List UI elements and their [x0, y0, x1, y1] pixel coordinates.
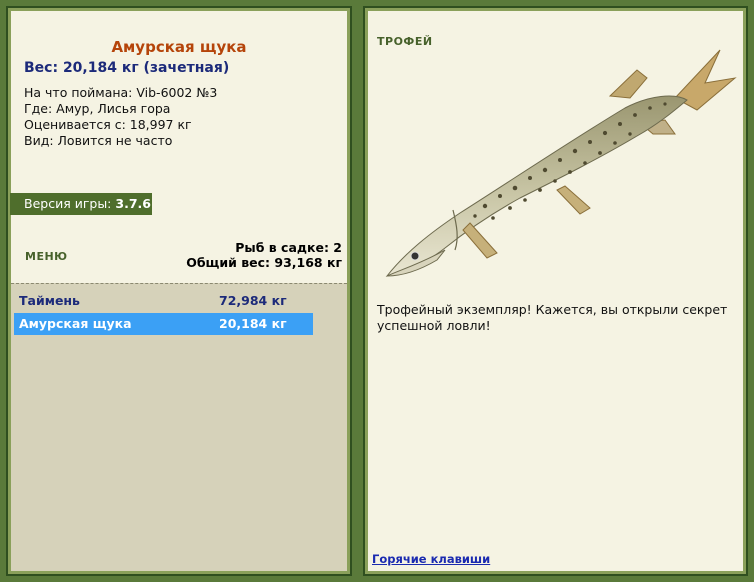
catch-info-panel: Амурская щука Вес: 20,184 кг (зачетная) … [6, 6, 352, 576]
location-info: Где: Амур, Лисья гора [24, 101, 171, 116]
version-value: 3.7.6 [115, 196, 151, 211]
trophy-panel: ТРОФЕЙ Трофейный экземпляр! Кажется, вы … [363, 6, 748, 576]
table-row[interactable]: Таймень 72,984 кг [14, 290, 313, 312]
row-fish-name: Амурская щука [19, 316, 132, 331]
pike-fish-image [385, 49, 737, 277]
keepnet-total-weight: Общий вес: 93,168 кг [186, 255, 342, 270]
valuation-info: Оценивается с: 18,997 кг [24, 117, 192, 132]
fish-weight: Вес: 20,184 кг (зачетная) [24, 60, 230, 76]
trophy-message: Трофейный экземпляр! Кажется, вы открыли… [377, 302, 728, 333]
fish-title: Амурская щука [111, 38, 247, 56]
bait-info: На что поймана: Vib-6002 №3 [24, 85, 218, 100]
keepnet-count: Рыб в садке: 2 [235, 240, 342, 255]
keepnet-list: Таймень 72,984 кг Амурская щука 20,184 к… [11, 283, 347, 571]
row-fish-weight: 72,984 кг [219, 293, 287, 308]
keepnet-stats: Рыб в садке: 2 Общий вес: 93,168 кг [186, 240, 342, 270]
table-row-selected[interactable]: Амурская щука 20,184 кг [14, 313, 313, 335]
menu-button[interactable]: МЕНЮ [25, 250, 68, 263]
hotkeys-link[interactable]: Горячие клавиши [372, 552, 490, 566]
game-version-bar: Версия игры: 3.7.6 [10, 193, 152, 215]
frequency-info: Вид: Ловится не часто [24, 133, 173, 148]
row-fish-name: Таймень [19, 293, 80, 308]
version-label: Версия игры: [24, 196, 112, 211]
row-fish-weight: 20,184 кг [219, 316, 287, 331]
